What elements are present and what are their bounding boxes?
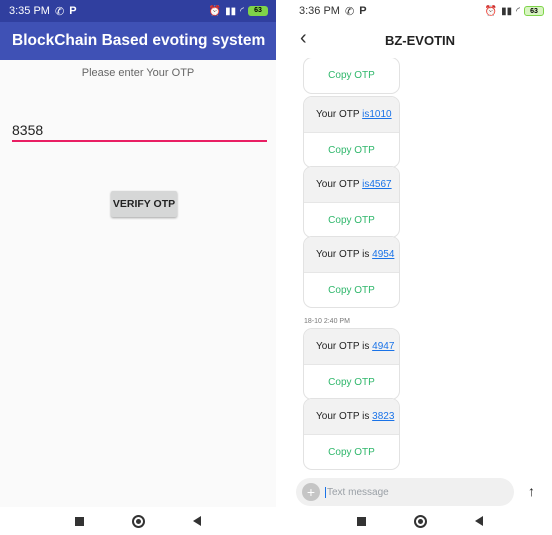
nav-recent-icon[interactable] [357, 516, 366, 526]
copy-otp-button[interactable]: Copy OTP [304, 364, 399, 399]
copy-otp-button[interactable]: Copy OTP [304, 434, 399, 469]
sms-thread-screen: 3:36 PM ✆ P ⏰ ▮▮ ◜ 63 ‹ BZ-EVOTIN Copy O… [288, 0, 552, 535]
message-bubble: Your OTP is 4947 Copy OTP [303, 328, 400, 400]
otp-input[interactable]: 8358 [12, 120, 267, 142]
navigation-bar [288, 507, 552, 535]
status-left-group: 3:36 PM ✆ P [299, 5, 367, 18]
navigation-bar [0, 507, 276, 535]
thread-header: ‹ BZ-EVOTIN [288, 22, 552, 58]
signal-icon: ▮▮ [501, 5, 513, 17]
message-bubble: Your OTP is 3823 Copy OTP [303, 398, 400, 470]
status-left-group: 3:35 PM ✆ P [9, 5, 77, 18]
otp-link[interactable]: 4947 [372, 341, 394, 352]
message-text: Your OTP is4567 [304, 167, 399, 202]
otp-link[interactable]: is4567 [362, 179, 391, 190]
plus-icon[interactable]: + [302, 483, 320, 501]
message-prefix: Your OTP is [316, 341, 373, 352]
back-icon[interactable]: ‹ [300, 27, 307, 50]
wifi-icon: ◜ [240, 5, 244, 17]
status-app-label: P [69, 5, 77, 17]
message-thread[interactable]: Copy OTP Your OTP is1010 Copy OTP Your O… [288, 58, 552, 476]
status-icons: ⏰ ▮▮ ◜ 63 [485, 6, 544, 17]
otp-prompt: Please enter Your OTP [81, 67, 195, 79]
otp-link[interactable]: 4954 [372, 249, 394, 260]
copy-otp-button[interactable]: Copy OTP [304, 132, 399, 167]
status-bar: 3:36 PM ✆ P ⏰ ▮▮ ◜ 63 [288, 0, 552, 22]
status-icons: ⏰ ▮▮ ◜ 63 [209, 6, 268, 17]
otp-entry-screen: 3:35 PM ✆ P ⏰ ▮▮ ◜ 63 BlockChain Based e… [0, 0, 276, 535]
send-icon[interactable]: ↑ [528, 483, 535, 499]
verify-otp-button[interactable]: VERIFY OTP [111, 191, 177, 217]
message-text: Your OTP is 4947 [304, 329, 399, 364]
message-prefix: Your OTP [316, 179, 363, 190]
composer-placeholder[interactable]: Text message [325, 486, 389, 498]
message-prefix: Your OTP is [316, 249, 373, 260]
alarm-icon: ⏰ [208, 5, 222, 17]
message-bubble: Copy OTP [303, 58, 400, 94]
otp-link[interactable]: is1010 [362, 109, 391, 120]
signal-icon: ▮▮ [225, 5, 237, 17]
app-title: BlockChain Based evoting system [0, 22, 276, 60]
message-composer[interactable]: + Text message [296, 478, 514, 506]
nav-recent-icon[interactable] [75, 516, 84, 526]
nav-home-icon[interactable] [414, 514, 427, 528]
copy-otp-button[interactable]: Copy OTP [304, 272, 399, 307]
message-text: Your OTP is1010 [304, 97, 399, 132]
whatsapp-icon: ✆ [54, 5, 65, 18]
battery-icon: 63 [248, 6, 268, 16]
status-app-label: P [359, 5, 367, 17]
thread-title: BZ-EVOTIN [384, 32, 456, 48]
wifi-icon: ◜ [516, 5, 520, 17]
alarm-icon: ⏰ [484, 5, 498, 17]
message-bubble: Your OTP is4567 Copy OTP [303, 166, 400, 238]
nav-back-icon[interactable] [475, 516, 483, 526]
screen-divider [276, 0, 288, 535]
copy-otp-button[interactable]: Copy OTP [304, 202, 399, 237]
message-prefix: Your OTP is [316, 411, 373, 422]
status-time: 3:36 PM [299, 5, 340, 17]
message-text: Your OTP is 4954 [304, 237, 399, 272]
message-bubble: Your OTP is 4954 Copy OTP [303, 236, 400, 308]
otp-link[interactable]: 3823 [372, 411, 394, 422]
message-bubble: Your OTP is1010 Copy OTP [303, 96, 400, 168]
message-timestamp: 18-10 2:40 PM [304, 318, 350, 325]
status-bar: 3:35 PM ✆ P ⏰ ▮▮ ◜ 63 [0, 0, 276, 22]
message-prefix: Your OTP [316, 109, 363, 120]
nav-back-icon[interactable] [193, 516, 201, 526]
battery-icon: 63 [524, 6, 544, 16]
status-time: 3:35 PM [9, 5, 50, 17]
copy-otp-button[interactable]: Copy OTP [304, 58, 399, 93]
nav-home-icon[interactable] [132, 514, 145, 528]
message-text: Your OTP is 3823 [304, 399, 399, 434]
whatsapp-icon: ✆ [344, 5, 355, 18]
